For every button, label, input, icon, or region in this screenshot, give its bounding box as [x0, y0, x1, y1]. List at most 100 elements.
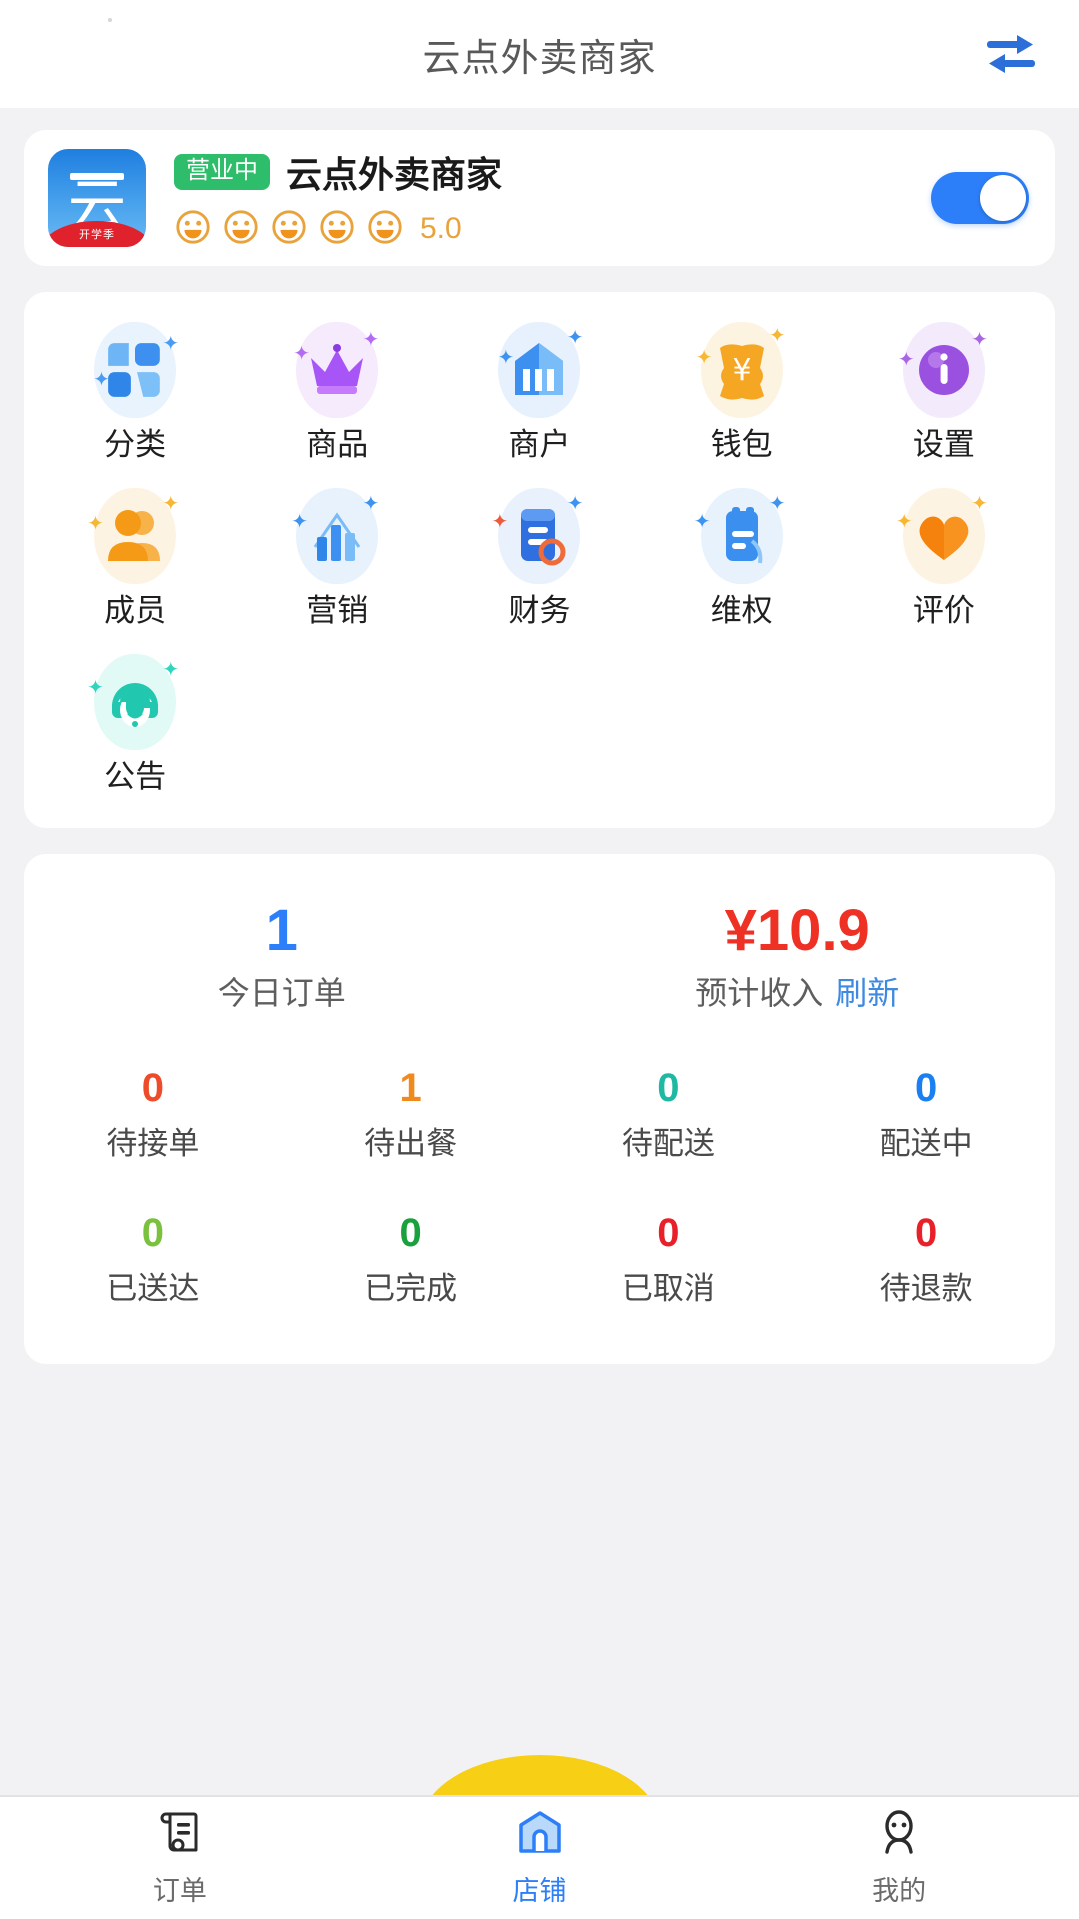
heart-icon: ✦ ✦: [892, 484, 996, 588]
stat-completed[interactable]: 0 已完成: [282, 1213, 540, 1308]
menu-item-label: 营销: [306, 594, 368, 628]
stat-label: 已完成: [364, 1263, 457, 1308]
store-home-icon: [516, 1808, 564, 1861]
shop-card[interactable]: 云 开学季 营业中 云点外卖商家: [24, 130, 1055, 266]
menu-grid-card: ✦ ✦ 分类 ✦: [24, 292, 1055, 828]
bottom-nav-zone: 订单 店铺: [0, 1789, 1079, 1919]
stat-value: 0: [657, 1213, 679, 1253]
status-dot: [108, 18, 112, 22]
tab-orders[interactable]: 订单: [0, 1797, 360, 1919]
stat-pending-prepare[interactable]: 1 待出餐: [282, 1068, 540, 1163]
stat-value: 0: [657, 1068, 679, 1108]
estimated-income-label-row: 预计收入 刷新: [695, 968, 899, 1014]
menu-grid: ✦ ✦ 分类 ✦: [34, 318, 1045, 794]
app-screen: 云点外卖商家 云 开学季: [0, 0, 1079, 1919]
stat-value: 0: [142, 1068, 164, 1108]
crown-icon: ✦ ✦: [285, 318, 389, 422]
stat-cancelled[interactable]: 0 已取消: [540, 1213, 798, 1308]
grid-icon-icon: ✦ ✦: [83, 318, 187, 422]
smiley-rating-icon: [222, 208, 260, 251]
receipt-icon: [156, 1808, 204, 1861]
menu-item-merchant[interactable]: ✦ ✦ 商户: [438, 318, 640, 462]
tab-label: 我的: [872, 1869, 926, 1908]
stat-value: 0: [915, 1068, 937, 1108]
estimated-income-label: 预计收入: [695, 968, 823, 1014]
bar-chart-icon: ✦ ✦: [285, 484, 389, 588]
menu-item-label: 商户: [508, 428, 570, 462]
shop-name-row: 营业中 云点外卖商家: [174, 146, 931, 198]
toggle-knob: [980, 175, 1026, 221]
smiley-rating-icon: [174, 208, 212, 251]
stat-label: 已取消: [622, 1263, 715, 1308]
bottom-tabbar: 订单 店铺: [0, 1795, 1079, 1919]
svg-text:¥: ¥: [732, 353, 751, 388]
summary-estimated-income[interactable]: ¥10.9 预计收入 刷新: [540, 902, 1056, 1014]
menu-item-goods[interactable]: ✦ ✦ 商品: [236, 318, 438, 462]
stat-label: 配送中: [880, 1118, 973, 1163]
page-title: 云点外卖商家: [422, 27, 656, 82]
menu-item-label: 成员: [104, 594, 166, 628]
menu-item-announcement[interactable]: ✦ ✦ 公告: [34, 650, 236, 794]
menu-item-label: 维权: [711, 594, 773, 628]
menu-item-label: 商品: [306, 428, 368, 462]
summary-row: 1 今日订单 ¥10.9 预计收入 刷新: [24, 902, 1055, 1014]
stat-pending-accept[interactable]: 0 待接单: [24, 1068, 282, 1163]
menu-item-finance[interactable]: ✦ ✦ 财务: [438, 484, 640, 628]
menu-item-label: 设置: [913, 428, 975, 462]
main-content: 云 开学季 营业中 云点外卖商家: [0, 108, 1079, 1789]
person-icon: [875, 1808, 923, 1861]
stat-label: 待出餐: [364, 1118, 457, 1163]
info-circle-icon: ✦ ✦: [892, 318, 996, 422]
menu-item-wallet[interactable]: ✦ ✦ ¥ 钱包: [641, 318, 843, 462]
menu-item-category[interactable]: ✦ ✦ 分类: [34, 318, 236, 462]
smiley-rating-icon: [318, 208, 356, 251]
stat-label: 待配送: [622, 1118, 715, 1163]
menu-item-label: 评价: [913, 594, 975, 628]
wallet-yuan-icon: ✦ ✦ ¥: [690, 318, 794, 422]
stat-value: 0: [142, 1213, 164, 1253]
order-status-grid: 0 待接单 1 待出餐 0 待配送 0 配送中 0 已送达: [24, 1068, 1055, 1308]
stat-value: 1: [400, 1068, 422, 1108]
order-stats-card: 1 今日订单 ¥10.9 预计收入 刷新 0 待接单: [24, 854, 1055, 1364]
menu-item-reviews[interactable]: ✦ ✦ 评价: [843, 484, 1045, 628]
menu-item-members[interactable]: ✦ ✦ 成员: [34, 484, 236, 628]
rating-value: 5.0: [420, 212, 462, 246]
shop-logo: 云 开学季: [48, 149, 146, 247]
users-icon: ✦ ✦: [83, 484, 187, 588]
menu-item-label: 分类: [104, 428, 166, 462]
logo-banner-text: 开学季: [48, 226, 146, 242]
tab-profile[interactable]: 我的: [719, 1797, 1079, 1919]
rights-doc-icon: ✦ ✦: [690, 484, 794, 588]
stat-pending-refund[interactable]: 0 待退款: [797, 1213, 1055, 1308]
switch-arrows-icon[interactable]: [979, 22, 1043, 86]
app-header: 云点外卖商家: [0, 0, 1079, 108]
summary-orders-today[interactable]: 1 今日订单: [24, 902, 540, 1014]
menu-item-settings[interactable]: ✦ ✦ 设置: [843, 318, 1045, 462]
tab-label: 店铺: [513, 1869, 567, 1908]
stat-delivered[interactable]: 0 已送达: [24, 1213, 282, 1308]
tab-label: 订单: [153, 1869, 207, 1908]
shop-name: 云点外卖商家: [286, 146, 502, 198]
headset-agent-icon: ✦ ✦: [83, 650, 187, 754]
menu-item-marketing[interactable]: ✦ ✦ 营销: [236, 484, 438, 628]
menu-item-rights[interactable]: ✦ ✦ 维权: [641, 484, 843, 628]
orders-today-label-row: 今日订单: [218, 968, 346, 1014]
smiley-rating-icon: [366, 208, 404, 251]
estimated-income-value: ¥10.9: [725, 902, 870, 960]
stat-in-delivery[interactable]: 0 配送中: [797, 1068, 1055, 1163]
stat-label: 待退款: [880, 1263, 973, 1308]
stat-value: 0: [400, 1213, 422, 1253]
shop-open-toggle[interactable]: [931, 172, 1029, 224]
menu-item-label: 钱包: [711, 428, 773, 462]
tab-shop[interactable]: 店铺: [360, 1797, 720, 1919]
stat-label: 已送达: [106, 1263, 199, 1308]
stat-label: 待接单: [106, 1118, 199, 1163]
stat-pending-delivery[interactable]: 0 待配送: [540, 1068, 798, 1163]
store-icon: ✦ ✦: [487, 318, 591, 422]
shop-info: 营业中 云点外卖商家: [146, 146, 931, 251]
rating-row: 5.0: [174, 208, 931, 251]
refresh-income-link[interactable]: 刷新: [835, 968, 899, 1014]
status-badge: 营业中: [174, 154, 270, 190]
finance-doc-icon: ✦ ✦: [487, 484, 591, 588]
orders-today-value: 1: [266, 902, 298, 960]
